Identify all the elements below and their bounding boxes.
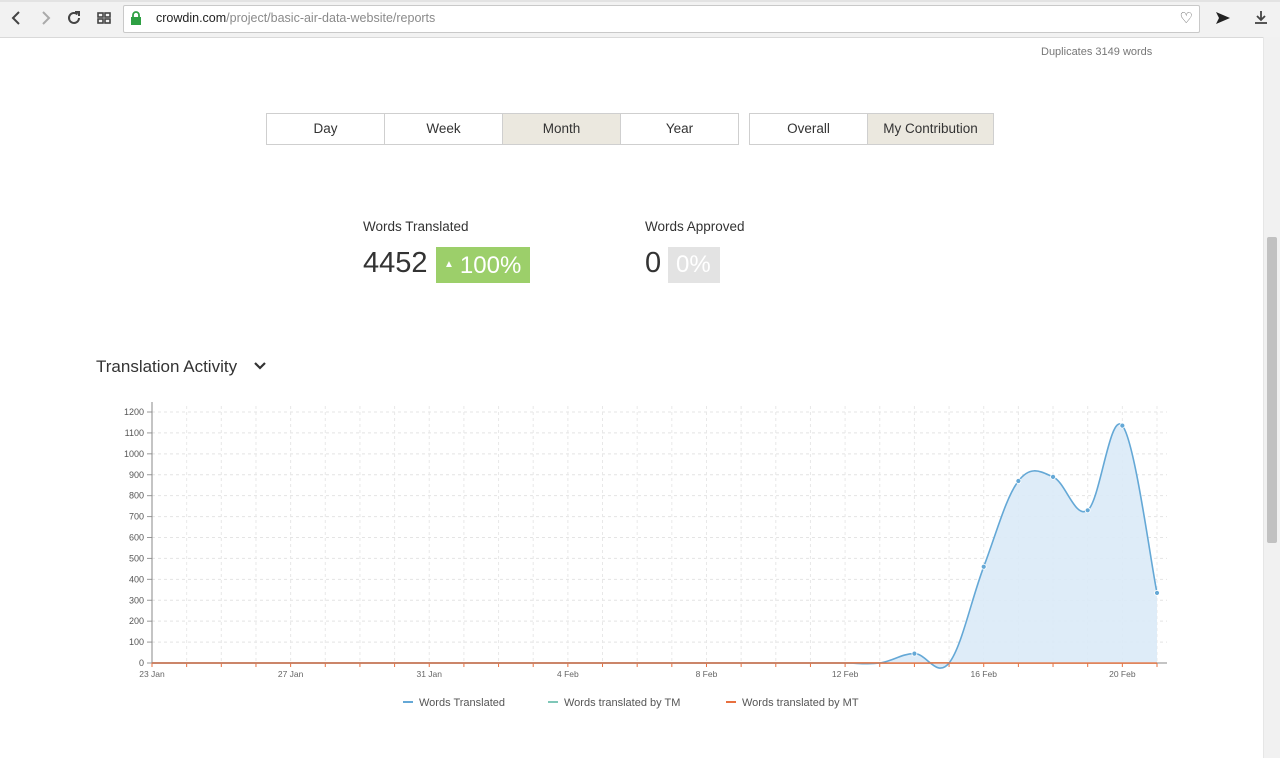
data-point [1084,507,1091,514]
period-selector: Day Week Month Year [266,113,739,145]
data-point [1015,478,1022,484]
period-month-button[interactable]: Month [503,114,621,144]
y-tick-label: 300 [129,595,144,605]
translation-activity-chart: 0 100 200 300 400 500 600 700 800 900 1000 1100 1200… [124,402,1167,679]
y-tick-label: 1200 [124,407,144,417]
legend-item-words-translated-by-mt[interactable]: Words translated by MT [726,697,859,709]
x-tick-label: 27 Jan [278,669,304,679]
data-point [980,563,987,570]
x-tick-label: 12 Feb [832,669,859,679]
y-tick-label: 400 [129,574,144,584]
legend-label: Words translated by MT [742,697,859,709]
x-tick-label: 31 Jan [416,669,442,679]
words-translated-value: 4452 [363,247,428,279]
y-tick-label: 0 [139,658,144,668]
flow-icon[interactable] [1213,8,1233,28]
page-scrollbar[interactable] [1263,37,1280,758]
translation-activity-title[interactable]: Translation Activity [96,357,237,377]
y-tick-label: 500 [129,553,144,563]
up-triangle-icon: ▲ [444,259,454,270]
x-tick-label: 8 Feb [696,669,718,679]
speed-dial-icon[interactable] [94,8,114,28]
url-domain: crowdin.com [156,11,227,25]
y-tick-label: 600 [129,533,144,543]
scope-my-contribution-button[interactable]: My Contribution [868,114,993,144]
y-tick-label: 800 [129,491,144,501]
forward-icon[interactable] [35,8,55,28]
period-year-button[interactable]: Year [621,114,738,144]
back-icon[interactable] [7,8,27,28]
reload-icon[interactable] [64,8,84,28]
lock-icon [131,11,141,25]
legend-item-words-translated-by-tm[interactable]: Words translated by TM [548,697,680,709]
legend-swatch [726,701,736,703]
browser-toolbar: crowdin.com/project/basic-air-data-websi… [0,0,1280,38]
scrollbar-thumb[interactable] [1267,237,1277,543]
words-approved-value: 0 [645,247,662,279]
data-point [1119,422,1126,429]
chevron-down-icon[interactable] [253,359,267,373]
bookmark-heart-icon[interactable]: ♡ [1180,9,1193,27]
url-text: crowdin.com/project/basic-air-data-websi… [156,11,435,25]
data-point [1050,473,1056,480]
x-tick-label: 20 Feb [1109,669,1136,679]
y-tick-label: 700 [129,512,144,522]
words-approved-percent: 0% [676,251,711,278]
words-approved-label: Words Approved [645,219,745,234]
words-approved-badge: 0% [668,247,720,283]
x-tick-label: 4 Feb [557,669,579,679]
y-tick-label: 1000 [124,449,144,459]
legend-swatch [548,701,558,703]
legend-swatch [403,701,413,703]
scope-selector: Overall My Contribution [749,113,994,145]
y-tick-label: 200 [129,616,144,626]
address-bar[interactable]: crowdin.com/project/basic-air-data-websi… [123,5,1200,33]
scope-overall-button[interactable]: Overall [750,114,868,144]
data-point [1154,590,1160,596]
words-translated-label: Words Translated [363,219,469,234]
words-translated-badge: ▲ 100% [436,247,531,283]
words-translated-percent: 100% [459,252,522,279]
legend-item-words-translated[interactable]: Words Translated [403,697,505,709]
y-tick-label: 100 [129,637,144,647]
y-tick-label: 900 [129,470,144,480]
duplicates-text: Duplicates 3149 words [1041,46,1153,58]
period-week-button[interactable]: Week [385,114,503,144]
y-tick-label: 1100 [125,428,144,438]
period-day-button[interactable]: Day [267,114,385,144]
url-path: /project/basic-air-data-website/reports [226,11,436,25]
legend-label: Words translated by TM [564,697,681,709]
tab-strip [0,0,1280,2]
series-words-translated-area [152,423,1157,669]
legend-label: Words Translated [419,697,506,709]
x-tick-label: 16 Feb [970,669,997,679]
x-tick-label: 23 Jan [139,669,165,679]
download-icon[interactable] [1251,8,1271,28]
data-point [911,650,918,657]
